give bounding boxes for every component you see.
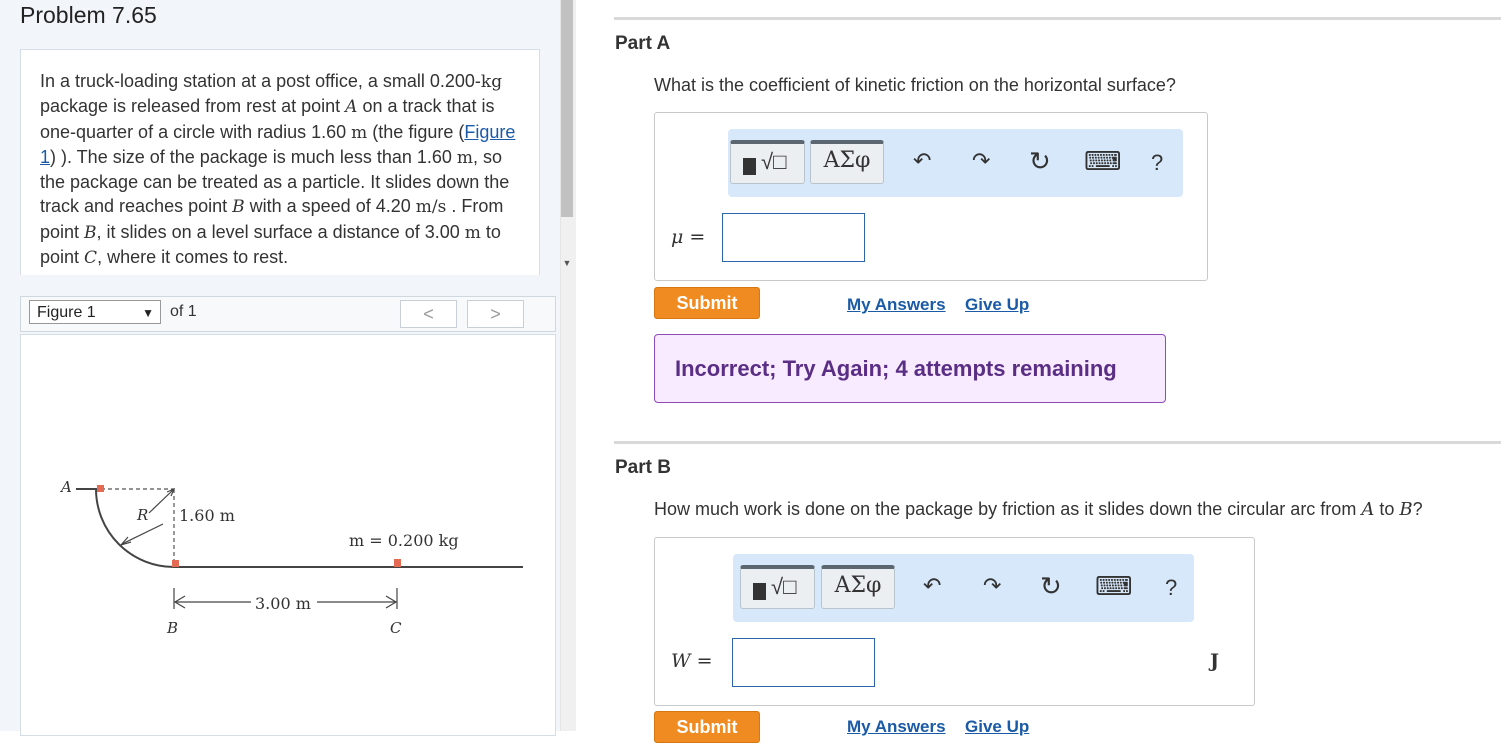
part-a-math-toolbar: √□ ΑΣφ ↶ ↷ ↻ ⌨ ? bbox=[728, 129, 1183, 197]
template-box-icon bbox=[753, 583, 766, 600]
feedback-message: Incorrect; Try Again; 4 attempts remaini… bbox=[654, 334, 1166, 403]
work-answer-input[interactable] bbox=[732, 638, 875, 687]
dropdown-arrow-icon: ▼ bbox=[142, 306, 154, 320]
part-b-give-up-link[interactable]: Give Up bbox=[965, 717, 1029, 737]
point-b-label: B bbox=[166, 619, 178, 637]
radius-symbol-label: R bbox=[136, 506, 148, 524]
undo-icon[interactable]: ↶ bbox=[913, 148, 931, 174]
help-icon[interactable]: ? bbox=[1151, 150, 1163, 176]
track-diagram: A R 1.60 m m = 0.200 kg 3.00 m B C bbox=[59, 478, 523, 637]
redo-icon[interactable]: ↷ bbox=[972, 148, 990, 174]
figure-select[interactable]: Figure 1 ▼ bbox=[29, 300, 161, 324]
work-unit: J bbox=[1210, 650, 1219, 672]
mu-label: μ = bbox=[671, 226, 706, 248]
part-a-submit-button[interactable]: Submit bbox=[654, 287, 760, 319]
greek-symbols-button[interactable]: ΑΣφ bbox=[821, 565, 895, 609]
mass-label: m = 0.200 kg bbox=[349, 531, 459, 550]
part-b-question: How much work is done on the package by … bbox=[654, 499, 1423, 520]
problem-statement-box[interactable]: In a truck-loading station at a post off… bbox=[20, 49, 540, 275]
next-figure-button[interactable]: > bbox=[467, 300, 524, 328]
part-b-submit-button[interactable]: Submit bbox=[654, 711, 760, 743]
mu-answer-input[interactable] bbox=[722, 213, 865, 262]
package-at-c bbox=[394, 559, 401, 567]
reset-icon[interactable]: ↻ bbox=[1029, 146, 1051, 177]
point-c-label: C bbox=[390, 619, 402, 637]
part-b-title: Part B bbox=[615, 457, 671, 478]
templates-button[interactable]: √□ bbox=[730, 140, 805, 184]
undo-icon[interactable]: ↶ bbox=[923, 573, 941, 599]
chevron-left-icon: < bbox=[423, 304, 434, 324]
part-b-my-answers-link[interactable]: My Answers bbox=[847, 717, 946, 737]
figure-area: A R 1.60 m m = 0.200 kg 3.00 m B C bbox=[20, 334, 556, 736]
sqrt-icon: √□ bbox=[771, 574, 797, 599]
part-a-title: Part A bbox=[615, 33, 671, 54]
radius-value-label: 1.60 m bbox=[179, 506, 235, 525]
scroll-down-icon[interactable]: ▼ bbox=[561, 258, 573, 268]
templates-button[interactable]: √□ bbox=[740, 565, 815, 609]
sqrt-icon: √□ bbox=[761, 149, 787, 174]
part-b-divider bbox=[614, 441, 1501, 444]
package-at-b bbox=[172, 560, 179, 567]
part-a-divider bbox=[614, 17, 1501, 20]
problem-title: Problem 7.65 bbox=[20, 2, 157, 28]
prev-figure-button[interactable]: < bbox=[400, 300, 457, 328]
point-a-label: A bbox=[59, 478, 72, 496]
template-box-icon bbox=[743, 158, 756, 175]
distance-label: 3.00 m bbox=[255, 594, 311, 613]
greek-symbols-button[interactable]: ΑΣφ bbox=[810, 140, 884, 184]
package-at-a bbox=[97, 485, 104, 492]
figure-count: of 1 bbox=[170, 303, 197, 320]
keyboard-icon[interactable]: ⌨ bbox=[1095, 571, 1133, 602]
scrollbar-thumb[interactable] bbox=[561, 0, 573, 217]
reset-icon[interactable]: ↻ bbox=[1040, 571, 1062, 602]
work-label: W = bbox=[671, 650, 713, 672]
keyboard-icon[interactable]: ⌨ bbox=[1084, 146, 1122, 177]
part-b-math-toolbar: √□ ΑΣφ ↶ ↷ ↻ ⌨ ? bbox=[733, 554, 1194, 622]
feedback-text: Incorrect; Try Again; 4 attempts remaini… bbox=[675, 356, 1117, 381]
chevron-right-icon: > bbox=[490, 304, 501, 324]
part-a-my-answers-link[interactable]: My Answers bbox=[847, 295, 946, 315]
part-a-question: What is the coefficient of kinetic frict… bbox=[654, 75, 1176, 95]
part-a-answer-box: √□ ΑΣφ ↶ ↷ ↻ ⌨ ? μ = bbox=[654, 112, 1208, 281]
help-icon[interactable]: ? bbox=[1165, 575, 1177, 601]
redo-icon[interactable]: ↷ bbox=[983, 573, 1001, 599]
part-b-answer-box: √□ ΑΣφ ↶ ↷ ↻ ⌨ ? W = J bbox=[654, 537, 1255, 706]
problem-statement: In a truck-loading station at a post off… bbox=[40, 71, 516, 269]
part-a-give-up-link[interactable]: Give Up bbox=[965, 295, 1029, 315]
